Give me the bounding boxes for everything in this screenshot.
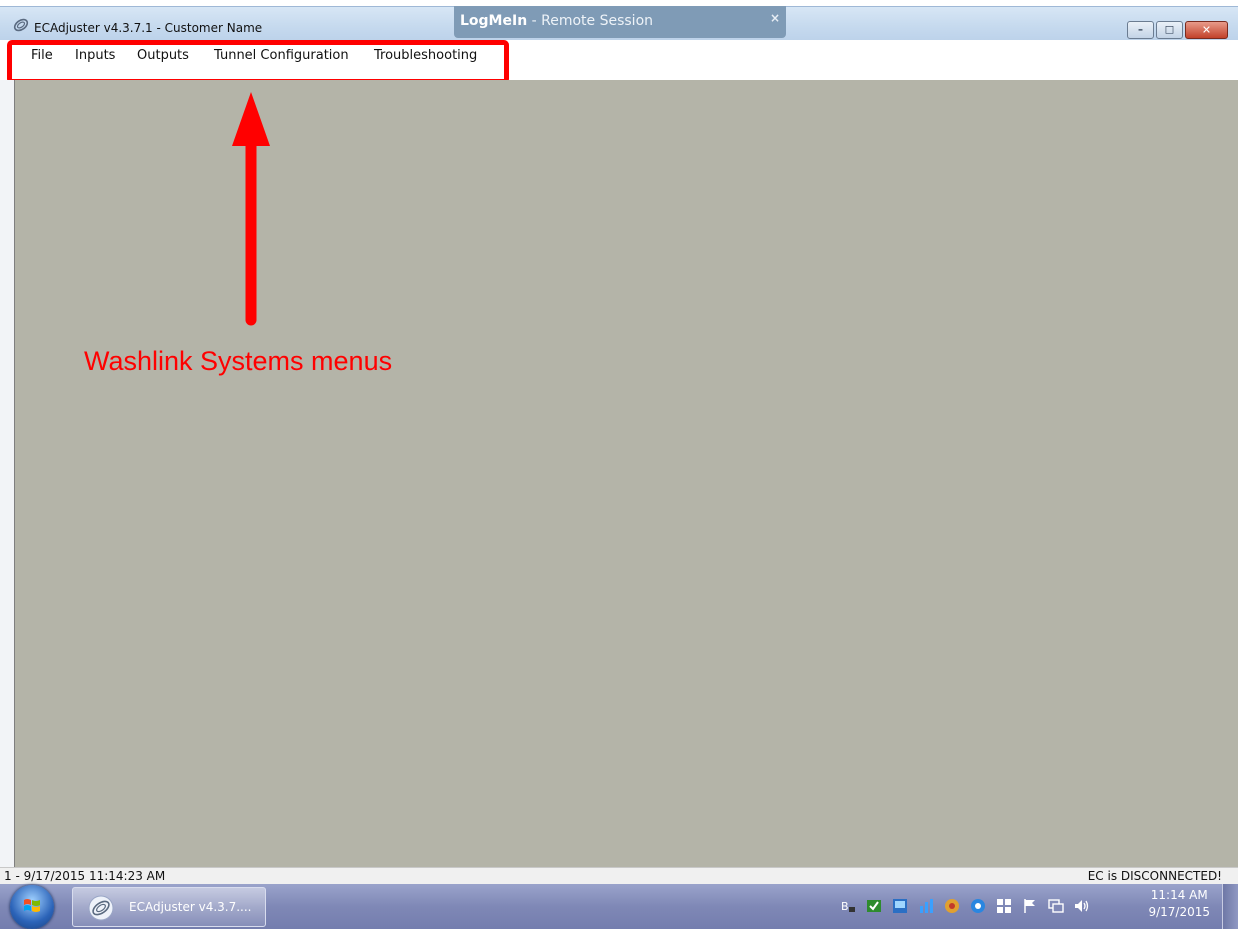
svg-text:B: B [841, 900, 849, 913]
keyboard-language-icon[interactable]: B [840, 898, 856, 914]
app-paperclip-icon [13, 18, 29, 32]
status-bar: 1 - 9/17/2015 11:14:23 AM EC is DISCONNE… [0, 867, 1238, 885]
status-timestamp: 1 - 9/17/2015 11:14:23 AM [4, 869, 166, 883]
taskbar-app-ecadjuster[interactable]: ECAdjuster v4.3.7.... [72, 887, 266, 927]
remote-session-label: Remote Session [541, 13, 654, 29]
taskbar: ECAdjuster v4.3.7.... B 11:14 AM 9/17/20… [0, 884, 1238, 929]
minimize-button[interactable]: – [1127, 21, 1154, 39]
annotation-label: Washlink Systems menus [84, 346, 393, 376]
action-center-flag-icon[interactable] [1022, 898, 1038, 914]
menu-highlight-box [7, 40, 509, 84]
clock-time: 11:14 AM [1150, 888, 1208, 902]
browser-icon[interactable] [970, 898, 986, 914]
update-check-icon[interactable] [866, 898, 882, 914]
window-title: ECAdjuster v4.3.7.1 - Customer Name [34, 21, 263, 35]
app-grid-icon[interactable] [996, 898, 1012, 914]
minimize-icon: – [1138, 24, 1143, 36]
system-tray: B [840, 894, 1100, 918]
client-area [14, 80, 1238, 867]
volume-icon[interactable] [1074, 898, 1090, 914]
maximize-button[interactable]: □ [1156, 21, 1183, 39]
windows-logo-icon [24, 899, 40, 912]
show-desktop-button[interactable] [1222, 884, 1238, 929]
banner-separator: - [527, 13, 542, 29]
taskbar-app-label: ECAdjuster v4.3.7.... [129, 900, 252, 914]
logmein-brand: LogMeIn [460, 13, 528, 29]
start-button[interactable] [10, 885, 54, 929]
left-edge [0, 80, 14, 867]
monitor-icon[interactable] [892, 898, 908, 914]
taskbar-clock[interactable]: 11:14 AM 9/17/2015 [1148, 887, 1210, 921]
window-controls: – □ ✕ [1125, 21, 1228, 40]
security-shield-icon[interactable] [944, 898, 960, 914]
banner-close-icon[interactable]: × [770, 3, 780, 33]
close-icon: ✕ [1201, 23, 1212, 37]
network-icon[interactable] [1048, 898, 1064, 914]
maximize-icon: □ [1164, 24, 1175, 36]
app-paperclip-icon [88, 895, 114, 921]
remote-session-banner: LogMeIn - Remote Session × [454, 6, 786, 38]
close-button[interactable]: ✕ [1185, 21, 1228, 39]
network-bars-icon[interactable] [918, 898, 934, 914]
clock-date: 9/17/2015 [1148, 905, 1210, 919]
connection-status: EC is DISCONNECTED! [1087, 869, 1222, 883]
